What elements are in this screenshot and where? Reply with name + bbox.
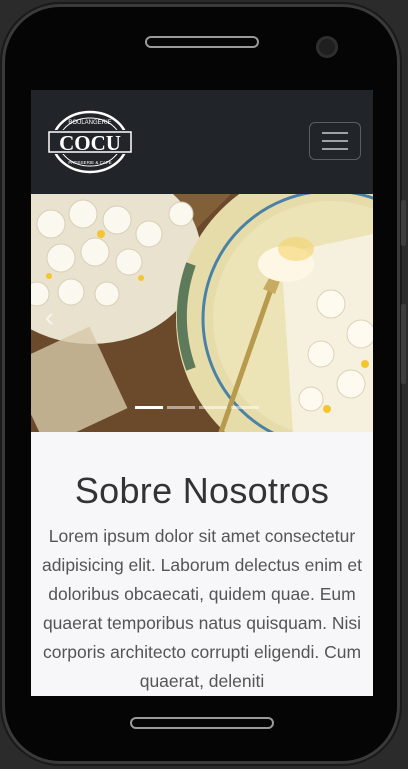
logo-top-text: BOULANGERIE bbox=[68, 120, 111, 126]
carousel-indicator[interactable] bbox=[231, 406, 259, 409]
screen: COCU BOULANGERIE PATISSERIE & CAFÉ ‹ Sob… bbox=[31, 90, 373, 696]
brand-logo[interactable]: COCU BOULANGERIE PATISSERIE & CAFÉ bbox=[45, 108, 135, 176]
section-body-text: Lorem ipsum dolor sit amet consectetur a… bbox=[41, 526, 363, 691]
power-button bbox=[401, 304, 406, 384]
front-camera bbox=[316, 36, 338, 58]
carousel-indicators bbox=[135, 406, 259, 409]
menu-toggle-button[interactable] bbox=[309, 122, 361, 160]
about-section: Sobre Nosotros Lorem ipsum dolor sit ame… bbox=[31, 432, 373, 696]
carousel-indicator[interactable] bbox=[135, 406, 163, 409]
section-title: Sobre Nosotros bbox=[74, 470, 330, 511]
volume-button bbox=[401, 200, 406, 246]
logo-bottom-text: PATISSERIE & CAFÉ bbox=[68, 159, 111, 165]
hamburger-icon bbox=[322, 132, 348, 134]
hamburger-icon bbox=[322, 140, 348, 142]
carousel-prev-button[interactable]: ‹ bbox=[45, 302, 54, 333]
logo-wordmark: COCU bbox=[59, 131, 121, 155]
carousel-slide-image bbox=[31, 194, 373, 432]
hamburger-icon bbox=[322, 148, 348, 150]
carousel-indicator[interactable] bbox=[167, 406, 195, 409]
image-carousel[interactable]: ‹ bbox=[31, 194, 373, 432]
navbar: COCU BOULANGERIE PATISSERIE & CAFÉ bbox=[31, 90, 373, 194]
chevron-left-icon: ‹ bbox=[45, 302, 54, 332]
speaker-grille bbox=[145, 36, 259, 48]
home-bar bbox=[130, 717, 274, 729]
carousel-indicator[interactable] bbox=[199, 406, 227, 409]
